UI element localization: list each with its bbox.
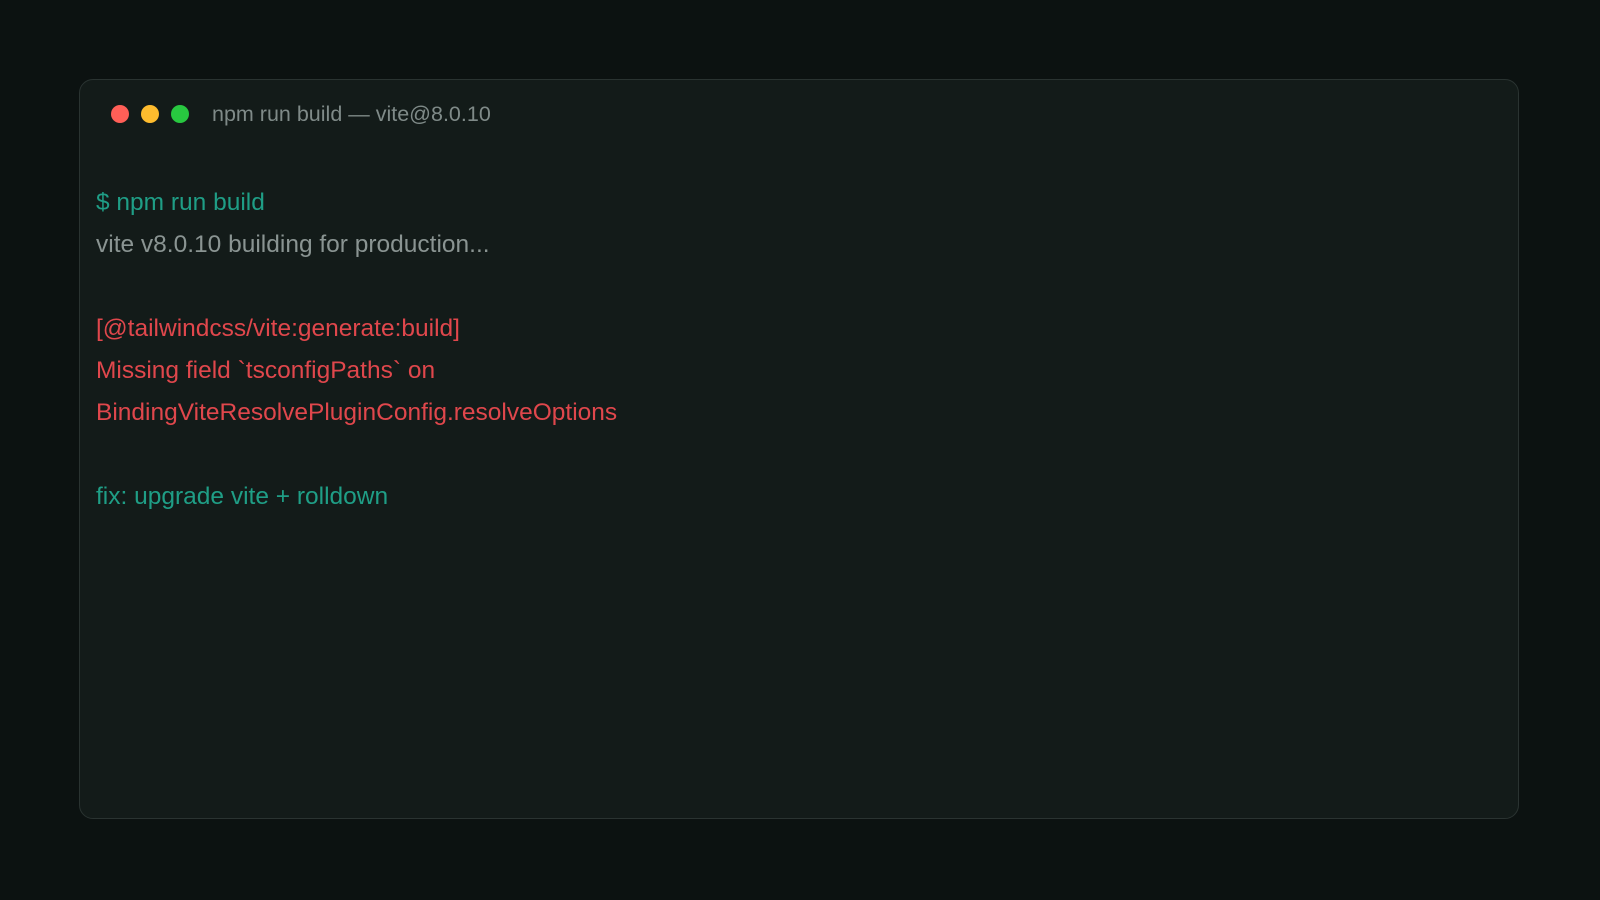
- terminal-output[interactable]: $ npm run build vite v8.0.10 building fo…: [96, 182, 1502, 518]
- title-bar: npm run build — vite@8.0.10: [80, 80, 1518, 148]
- terminal-window: npm run build — vite@8.0.10 $ npm run bu…: [79, 79, 1519, 819]
- terminal-command-line: $ npm run build: [96, 189, 265, 216]
- terminal-info-line: vite v8.0.10 building for production...: [96, 231, 490, 258]
- window-title: npm run build — vite@8.0.10: [212, 101, 491, 126]
- terminal-hint-line: fix: upgrade vite + rolldown: [96, 483, 389, 510]
- terminal-error-line: BindingViteResolvePluginConfig.resolveOp…: [96, 399, 618, 426]
- terminal-error-line: Missing field `tsconfigPaths` on: [96, 357, 436, 384]
- terminal-error-line: [@tailwindcss/vite:generate:build]: [96, 315, 460, 342]
- maximize-window-button[interactable]: [171, 105, 189, 123]
- minimize-window-button[interactable]: [141, 105, 159, 123]
- close-window-button[interactable]: [111, 105, 129, 123]
